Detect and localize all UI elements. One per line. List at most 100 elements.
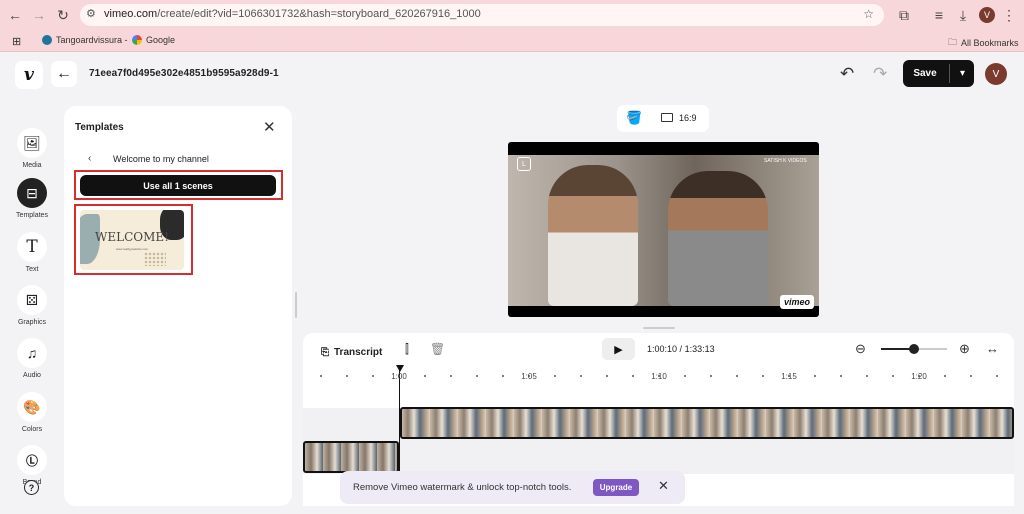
folder-icon: 🗀 — [948, 37, 958, 47]
url-host: vimeo.com — [104, 8, 158, 20]
url-text: vimeo.com/create/edit?vid=1066301732&has… — [104, 8, 481, 20]
browser-menu-icon[interactable]: ⋮ — [999, 5, 1019, 25]
help-icon[interactable]: ? — [24, 480, 39, 495]
play-button[interactable]: ▶ — [602, 338, 635, 360]
bookmark-tangoardvissura[interactable]: Tangoardvissura - — [42, 35, 128, 45]
save-button[interactable]: Save — [903, 60, 947, 87]
sidebar-item-graphics[interactable]: ⚄ Graphics — [8, 285, 56, 335]
save-button-group: Save ▾ — [903, 60, 974, 87]
browser-toolbar: ← → ↻ ⚙ ☆ vimeo.com/create/edit?vid=1066… — [0, 0, 1024, 30]
browser-back-icon[interactable]: ← — [5, 5, 25, 25]
chevron-left-icon[interactable]: ‹ — [88, 153, 91, 164]
ruler-tick — [554, 375, 556, 377]
bookmark-google[interactable]: Google — [132, 35, 175, 45]
video-frame-image — [508, 155, 819, 306]
transcript-button[interactable]: ⎘ Transcript — [321, 342, 382, 362]
user-avatar[interactable]: V — [985, 63, 1007, 85]
sidebar-item-templates[interactable]: ⊟ Templates — [8, 178, 56, 228]
sidebar-item-label: Templates — [16, 212, 48, 219]
thumb-title: WELCOME! — [95, 230, 169, 244]
preview-resize-handle[interactable] — [643, 327, 675, 329]
ruler-tick-label: 1:05 — [521, 372, 537, 381]
chevron-down-icon[interactable]: ▾ — [951, 60, 974, 87]
bookmark-label: Google — [146, 35, 176, 45]
music-icon: ♫ — [17, 338, 47, 368]
url-path: /create/edit?vid=1066301732&hash=storybo… — [157, 8, 481, 20]
ruler-tick — [346, 375, 348, 377]
ruler-tick — [424, 375, 426, 377]
brand-logo-icon: L — [517, 157, 531, 171]
close-icon[interactable]: ✕ — [658, 478, 669, 494]
zoom-in-icon[interactable]: ⊕ — [959, 341, 970, 357]
video-clip-secondary[interactable] — [303, 441, 399, 473]
breadcrumb-title: Welcome to my channel — [113, 154, 209, 164]
paint-bucket-icon[interactable]: 🪣 — [626, 110, 642, 126]
all-bookmarks-button[interactable]: 🗀 All Bookmarks — [948, 35, 1019, 51]
ruler-tick-label: 1:20 — [911, 372, 927, 381]
sidebar-item-label: Media — [22, 162, 42, 169]
undo-icon[interactable]: ↶ — [840, 64, 854, 84]
extensions-icon[interactable]: ⧉ — [894, 5, 914, 25]
fit-timeline-icon[interactable]: ↔ — [986, 341, 999, 356]
close-icon[interactable]: ✕ — [263, 118, 276, 136]
ruler-tick — [970, 375, 972, 377]
sidebar-item-colors[interactable]: 🎨 Colors — [8, 392, 56, 442]
trash-icon[interactable]: 🗑 — [430, 342, 445, 356]
sidebar-item-text[interactable]: T Text — [8, 232, 56, 282]
sidebar-item-audio[interactable]: ♫ Audio — [8, 338, 56, 388]
use-all-scenes-button[interactable]: Use all 1 scenes — [80, 175, 276, 196]
brand-icon: Ⓛ — [17, 445, 47, 475]
ruler-tick — [866, 375, 868, 377]
ruler-tick — [814, 375, 816, 377]
bookmarks-bar: ⊞ Tangoardvissura - Google 🗀 All Bookmark… — [0, 30, 1024, 52]
ruler-tick — [372, 375, 374, 377]
person-right — [668, 171, 768, 306]
sidebar-item-media[interactable]: 🖼 Media — [8, 128, 56, 178]
templates-panel: Templates ✕ ‹ Welcome to my channel Use … — [64, 106, 292, 506]
playhead[interactable] — [399, 367, 400, 473]
zoom-out-icon[interactable]: ⊖ — [855, 341, 866, 357]
download-icon[interactable]: ⤓ — [953, 5, 973, 25]
vimeo-watermark: vimeo — [780, 295, 814, 309]
ruler-tick — [736, 375, 738, 377]
ruler-tick — [944, 375, 946, 377]
playhead-handle[interactable] — [396, 365, 404, 372]
ruler-tick — [502, 375, 504, 377]
ruler-tick — [710, 375, 712, 377]
browser-forward-icon[interactable]: → — [29, 5, 49, 25]
upgrade-button[interactable]: Upgrade — [593, 479, 639, 496]
graphics-icon: ⚄ — [17, 285, 47, 315]
ruler-tick — [580, 375, 582, 377]
ruler-tick-label: 1:15 — [781, 372, 797, 381]
video-preview[interactable]: L SATISH K VIDEOS vimeo — [508, 142, 819, 317]
vimeo-logo-icon[interactable]: v — [15, 61, 43, 89]
site-info-icon[interactable]: ⚙ — [86, 7, 96, 20]
ruler-tick — [840, 375, 842, 377]
time-display: 1:00:10 / 1:33:13 — [647, 344, 715, 354]
ruler-tick-label: 1:00 — [391, 372, 407, 381]
browser-profile-avatar[interactable]: V — [977, 5, 997, 25]
zoom-slider-thumb[interactable] — [909, 344, 919, 354]
media-control-icon[interactable]: ≡ — [929, 5, 949, 25]
bookmark-star-icon[interactable]: ☆ — [863, 7, 874, 21]
browser-reload-icon[interactable]: ↻ — [53, 5, 73, 25]
aspect-ratio-icon[interactable] — [661, 113, 673, 122]
template-thumbnail[interactable]: WELCOME! www.reallygreatsite.com — [80, 210, 184, 270]
back-arrow-icon[interactable]: ← — [51, 61, 77, 87]
thumb-subtitle: www.reallygreatsite.com — [115, 247, 149, 251]
video-clip-main[interactable] — [400, 407, 1014, 439]
image-icon: 🖼 — [17, 128, 47, 158]
app-header: v ← 71eea7f0d495e302e4851b9595a928d9-1 ↶… — [0, 53, 1024, 97]
panel-title: Templates — [75, 122, 124, 133]
transcript-icon: ⎘ — [321, 346, 329, 358]
preview-toolbar: 🪣 16:9 — [617, 105, 709, 132]
redo-icon[interactable]: ↷ — [873, 64, 887, 84]
bookmark-label: Tangoardvissura - — [56, 35, 128, 45]
ruler-tick — [996, 375, 998, 377]
palette-icon: 🎨 — [17, 392, 47, 422]
sidebar-item-label: Graphics — [17, 319, 46, 326]
panel-resize-handle[interactable] — [295, 292, 297, 318]
apps-grid-icon[interactable]: ⊞ — [12, 35, 21, 48]
split-icon[interactable]: ⫿ — [405, 342, 409, 357]
aspect-ratio-label[interactable]: 16:9 — [679, 113, 697, 123]
